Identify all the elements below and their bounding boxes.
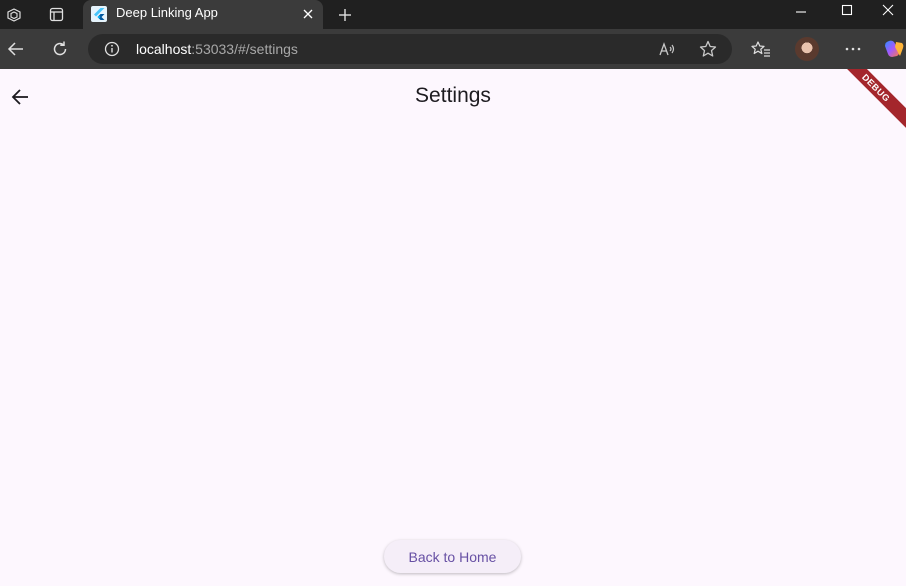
browser-window: Deep Linking App localhost:53033/#/setti… (0, 0, 906, 586)
address-bar[interactable]: localhost:53033/#/settings (88, 34, 732, 64)
read-aloud-icon[interactable] (654, 35, 682, 63)
browser-toolbar: localhost:53033/#/settings (0, 29, 906, 69)
tab-actions-icon[interactable] (46, 0, 66, 29)
minimize-icon[interactable] (778, 0, 824, 20)
url-host: localhost (136, 41, 192, 57)
tab-strip: Deep Linking App (0, 0, 906, 29)
workspaces-icon[interactable] (4, 0, 24, 29)
app-page: Settings DEBUG Back to Home (0, 69, 906, 586)
tab-deep-linking-app[interactable]: Deep Linking App (83, 0, 323, 29)
favorites-icon[interactable] (747, 35, 775, 63)
info-icon[interactable] (104, 41, 120, 57)
url-path: :53033/#/settings (191, 41, 298, 57)
page-title: Settings (415, 84, 491, 107)
flutter-logo-icon (91, 6, 107, 22)
tab-close-icon[interactable] (299, 5, 317, 23)
maximize-icon[interactable] (824, 0, 870, 20)
profile-avatar[interactable] (795, 37, 819, 61)
star-icon[interactable] (694, 35, 722, 63)
copilot-icon[interactable] (883, 38, 905, 60)
url-text[interactable]: localhost:53033/#/settings (136, 41, 298, 57)
close-icon[interactable] (870, 0, 906, 20)
plus-icon[interactable] (335, 0, 355, 29)
refresh-icon[interactable] (46, 35, 74, 63)
back-arrow-icon[interactable] (2, 35, 30, 63)
more-icon[interactable] (839, 35, 867, 63)
back-to-home-button[interactable]: Back to Home (384, 540, 521, 573)
tab-title: Deep Linking App (116, 5, 218, 20)
